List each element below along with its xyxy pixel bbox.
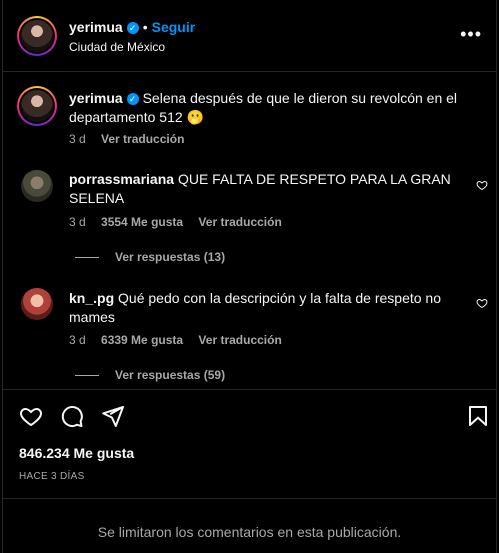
comment-like-heart-icon[interactable]: [476, 297, 488, 309]
caption: yerimua ✓ Selena después de que le dieron…: [69, 89, 469, 127]
comment-text: Qué pedo con la descripción y la falta d…: [69, 290, 441, 325]
view-replies-label: Ver respuestas (13): [115, 250, 226, 264]
comments-limited-notice: Se limitaron los comentarios en esta pub…: [97, 524, 402, 540]
comment-time[interactable]: 3 d: [69, 215, 86, 229]
verified-badge-icon: ✓: [126, 22, 139, 35]
post-panel: yerimua ✓ • Seguir Ciudad de México ••• yer…: [2, 0, 497, 553]
post-header: yerimua ✓ • Seguir Ciudad de México •••: [3, 0, 496, 72]
send-icon[interactable]: [101, 404, 125, 428]
caption-time[interactable]: 3 d: [69, 132, 86, 146]
posted-time[interactable]: HACE 3 DÍAS: [19, 471, 85, 482]
view-replies-button[interactable]: Ver respuestas (59): [75, 368, 225, 382]
more-options-icon[interactable]: •••: [460, 24, 482, 45]
view-replies-button[interactable]: Ver respuestas (13): [75, 250, 225, 264]
header-avatar[interactable]: [17, 16, 57, 56]
comment-likes[interactable]: 6339 Me gusta: [101, 333, 183, 347]
caption-emoji: 🫢: [186, 109, 204, 125]
divider: [3, 389, 496, 390]
replies-line: [75, 257, 99, 259]
divider: [3, 498, 496, 499]
comment-avatar[interactable]: [21, 288, 53, 320]
bookmark-icon[interactable]: [466, 404, 490, 428]
comment-translate-link[interactable]: Ver traducción: [198, 215, 281, 229]
comment-meta: 3 d 6339 Me gusta Ver traducción: [69, 333, 294, 347]
caption-avatar[interactable]: [17, 86, 57, 126]
comment: porrassmariana QUE FALTA DE RESPETO PARA…: [69, 170, 459, 208]
heart-icon[interactable]: [19, 404, 43, 428]
location-link[interactable]: Ciudad de México: [69, 40, 165, 54]
likes-count[interactable]: 846.234 Me gusta: [19, 445, 134, 461]
comment-avatar[interactable]: [21, 170, 53, 202]
replies-line: [75, 375, 99, 377]
follow-button[interactable]: Seguir: [152, 19, 196, 35]
comment-time[interactable]: 3 d: [69, 333, 86, 347]
comment-username[interactable]: porrassmariana: [69, 171, 174, 187]
view-replies-label: Ver respuestas (59): [115, 368, 226, 382]
comment-translate-link[interactable]: Ver traducción: [198, 333, 281, 347]
caption-meta: 3 d Ver traducción: [69, 132, 196, 146]
comment: kn_.pg Qué pedo con la descripción y la …: [69, 289, 459, 327]
separator-dot: •: [142, 19, 148, 35]
comment-username[interactable]: kn_.pg: [69, 290, 114, 306]
verified-badge-icon: ✓: [126, 93, 139, 106]
caption-translate-link[interactable]: Ver traducción: [101, 132, 184, 146]
comment-meta: 3 d 3554 Me gusta Ver traducción: [69, 215, 294, 229]
comment-icon[interactable]: [60, 404, 84, 428]
comment-like-heart-icon[interactable]: [476, 179, 488, 191]
header-username[interactable]: yerimua: [69, 19, 123, 35]
comment-likes[interactable]: 3554 Me gusta: [101, 215, 183, 229]
caption-username[interactable]: yerimua: [69, 90, 123, 106]
